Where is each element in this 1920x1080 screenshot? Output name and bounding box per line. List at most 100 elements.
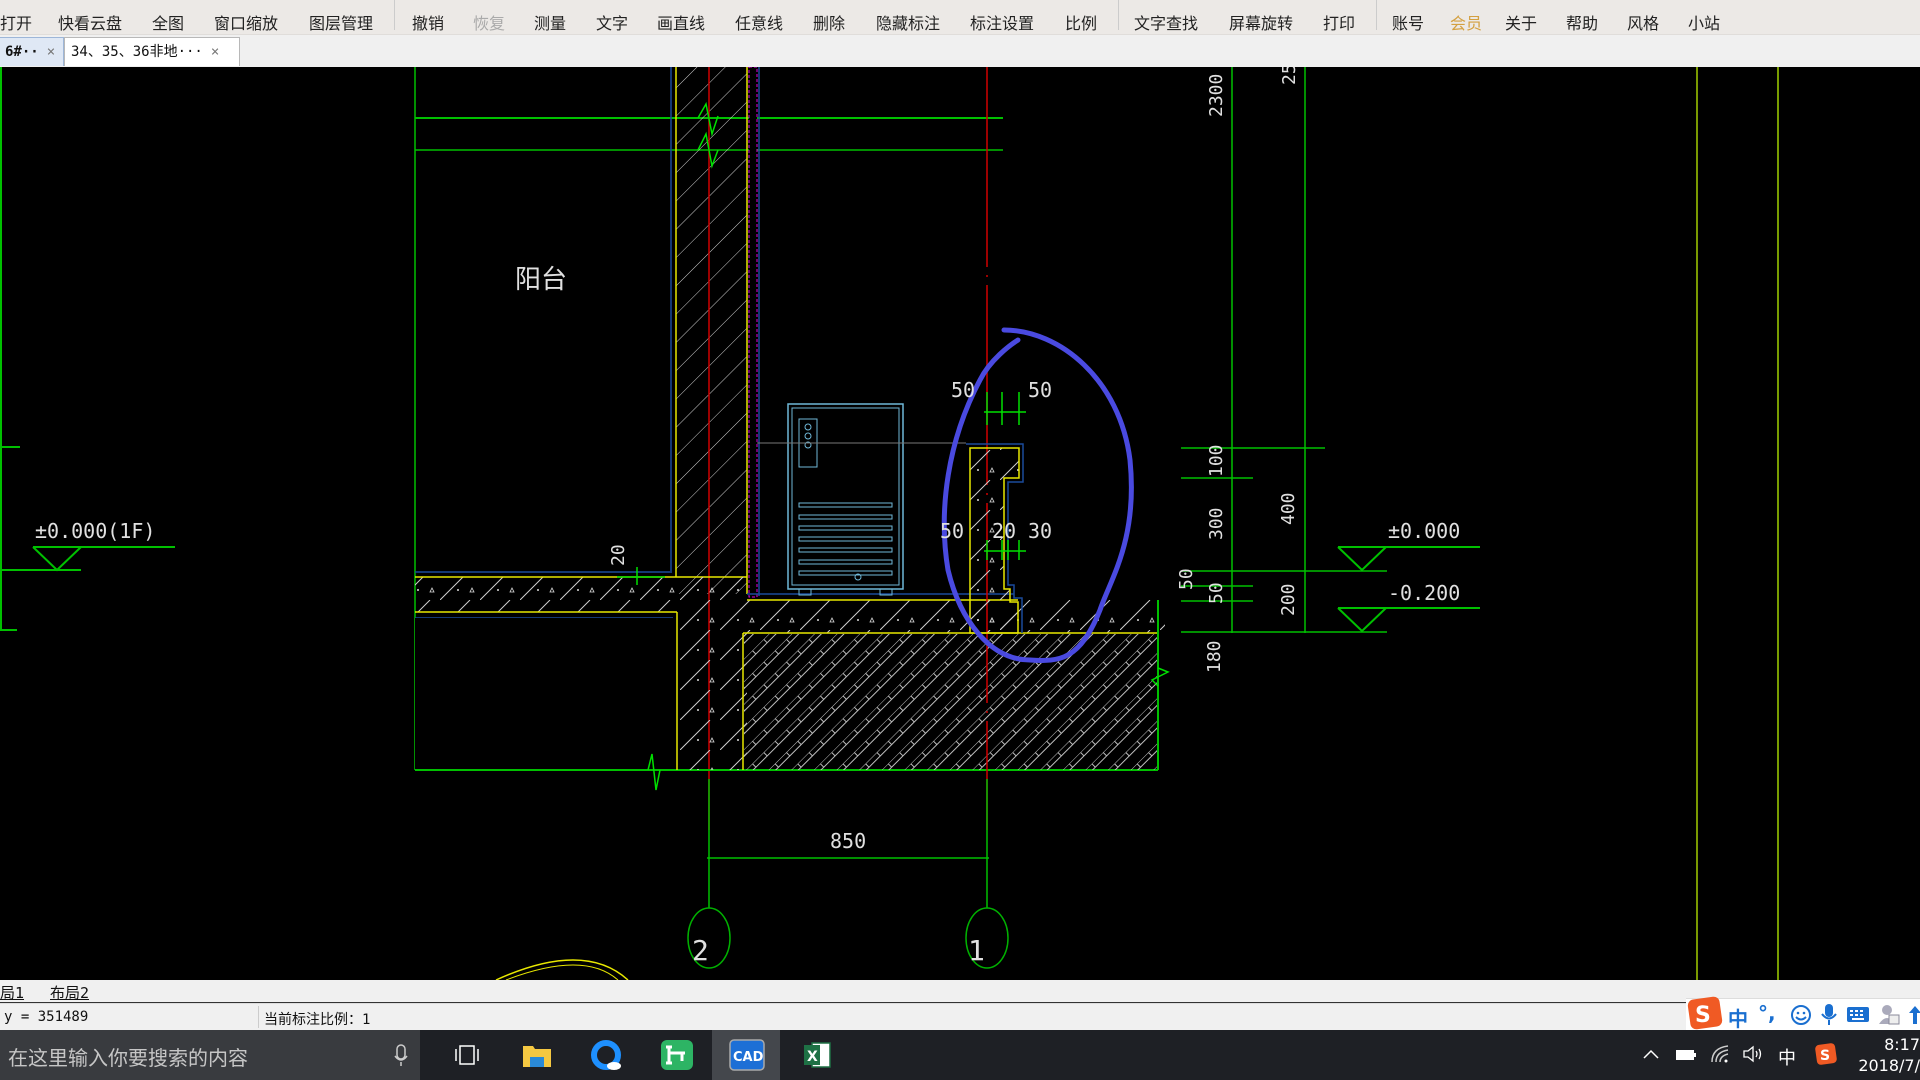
microphone-icon[interactable] <box>394 1044 408 1068</box>
axis-number: 2 <box>692 934 709 967</box>
ime-language-indicator[interactable]: 中 <box>1778 1044 1796 1070</box>
ground-section <box>744 634 1158 770</box>
dimension-label: 50 <box>1176 568 1197 590</box>
cloud-icon <box>47 0 69 5</box>
dimension-label: 25 <box>1279 67 1300 85</box>
ime-toolbar: S 中 °, <box>1686 995 1920 1032</box>
dimension-label: 2300 <box>1206 74 1227 117</box>
dimension-label: 300 <box>1206 507 1227 540</box>
toolbar-separator <box>394 0 395 30</box>
undo-icon <box>401 0 423 5</box>
volume-icon[interactable] <box>1742 1044 1766 1064</box>
text-search-icon <box>1123 0 1145 5</box>
toolbar-label: 文字 <box>596 14 629 33</box>
toolbar-label: 窗口缩放 <box>214 14 279 33</box>
elevation-label: -0.200 <box>1388 581 1460 605</box>
status-separator <box>258 1006 259 1028</box>
toolbar-label: 文字查找 <box>1134 14 1199 33</box>
axis-number: 1 <box>968 934 985 967</box>
freeline-icon <box>724 0 746 5</box>
elevation-label: ±0.000(1F) <box>35 519 155 543</box>
toolbar-label: 打开 <box>0 14 33 33</box>
chevron-up-icon[interactable] <box>1642 1048 1660 1060</box>
layout-tab[interactable]: 布局2 <box>50 982 89 1003</box>
dimension-label: 50 <box>1028 378 1052 402</box>
toolbar-label: 帮助 <box>1566 14 1599 33</box>
account-icon <box>1381 0 1403 5</box>
toolbar-label: 撤销 <box>412 14 445 33</box>
browser-icon <box>591 1040 621 1070</box>
redo-icon <box>462 0 484 5</box>
cad-drawing-canvas[interactable]: 阳台 ±0.000(1F) ±0.000 -0.200 850 50 50 50… <box>0 67 1920 980</box>
system-clock[interactable]: 8:17 2018/7/ <box>1840 1034 1920 1076</box>
task-view-button[interactable] <box>432 1030 500 1080</box>
toolbar-label: 会员 <box>1450 14 1483 33</box>
green-app-icon <box>661 1040 693 1070</box>
toolbar-label: 标注设置 <box>970 14 1035 33</box>
vertical-dimension <box>1181 67 1387 633</box>
layers-icon <box>298 0 320 5</box>
dimension-label: 100 <box>1206 444 1227 477</box>
main-toolbar: 打开 快看云盘 全图 窗口缩放 图层管理 撤销 恢复 测量 文字 画直线 任意线… <box>0 0 1920 35</box>
clock-date: 2018/7/ <box>1858 1056 1920 1075</box>
tab-close-icon[interactable]: × <box>47 44 55 60</box>
ime-punct-toggle[interactable]: °, <box>1758 1001 1776 1025</box>
emoji-icon[interactable] <box>1790 1004 1812 1026</box>
search-placeholder: 在这里输入你要搜索的内容 <box>8 1046 248 1070</box>
sogou-tray-icon[interactable]: S <box>1814 1042 1838 1066</box>
coordinate-readout: y = 351489 <box>4 1009 89 1025</box>
dimension-label: 20 <box>992 519 1016 543</box>
microphone-icon[interactable] <box>1820 1003 1838 1027</box>
annotation-scale: 当前标注比例：1 <box>264 1012 371 1028</box>
dimension-label: 20 <box>608 544 629 566</box>
dimension-label: 400 <box>1278 492 1299 525</box>
svg-text:CAD: CAD <box>733 1050 764 1065</box>
battery-icon[interactable] <box>1674 1045 1698 1063</box>
toolbar-label: 快看云盘 <box>58 14 123 33</box>
cad-app-icon: CAD <box>729 1039 765 1071</box>
svg-text:X: X <box>807 1049 818 1065</box>
toolbar-separator <box>1118 0 1119 30</box>
rotate-screen-icon <box>1218 0 1240 5</box>
toolbar-label: 比例 <box>1065 14 1098 33</box>
toolbar-label: 全图 <box>152 14 185 33</box>
taskbar-file-explorer[interactable] <box>502 1030 570 1080</box>
keyboard-icon[interactable] <box>1846 1006 1870 1024</box>
user-skin-icon[interactable] <box>1878 1004 1900 1026</box>
toolbar-label: 删除 <box>813 14 846 33</box>
wifi-icon[interactable] <box>1710 1044 1732 1064</box>
help-icon <box>1555 0 1577 5</box>
taskbar-browser[interactable] <box>572 1030 640 1080</box>
measure-icon <box>523 0 545 5</box>
toolbar-label: 账号 <box>1392 14 1425 33</box>
sogou-logo-icon[interactable]: S <box>1686 995 1724 1031</box>
insulation-layer <box>748 67 758 598</box>
taskbar-cad-viewer[interactable]: CAD <box>712 1030 780 1080</box>
dimension-label: 30 <box>1028 519 1052 543</box>
taskbar-search-box[interactable]: 在这里输入你要搜索的内容 <box>0 1030 420 1080</box>
toolbar-separator <box>1376 0 1377 30</box>
toolbar-label: 恢复 <box>473 14 506 33</box>
dimension-label: 200 <box>1278 583 1299 616</box>
tab-close-icon[interactable]: × <box>211 44 219 60</box>
task-view-icon <box>455 1045 479 1065</box>
clock-time: 8:17 <box>1884 1035 1920 1054</box>
toolbar-label: 关于 <box>1505 14 1538 33</box>
room-label: 阳台 <box>515 265 567 295</box>
taskbar-excel[interactable]: X <box>782 1030 850 1080</box>
ime-lang-toggle[interactable]: 中 <box>1728 1003 1748 1032</box>
scale-icon <box>1054 0 1076 5</box>
toolbar-label: 风格 <box>1627 14 1660 33</box>
style-icon <box>1616 0 1638 5</box>
arrow-up-icon[interactable] <box>1908 1004 1920 1026</box>
layout-tab[interactable]: 局1 <box>0 982 24 1003</box>
toolbar-label: 小站 <box>1688 14 1721 33</box>
document-tab-active[interactable]: 6#·· × <box>0 37 64 66</box>
dimension-label: 50 <box>1206 582 1227 604</box>
toolbar-label: 任意线 <box>735 14 784 33</box>
taskbar-green-app[interactable] <box>642 1030 710 1080</box>
document-tab[interactable]: 34、35、36非地··· × <box>64 37 240 66</box>
wall-section <box>676 67 747 594</box>
elevation-label: ±0.000 <box>1388 519 1460 543</box>
station-icon <box>1677 0 1699 5</box>
